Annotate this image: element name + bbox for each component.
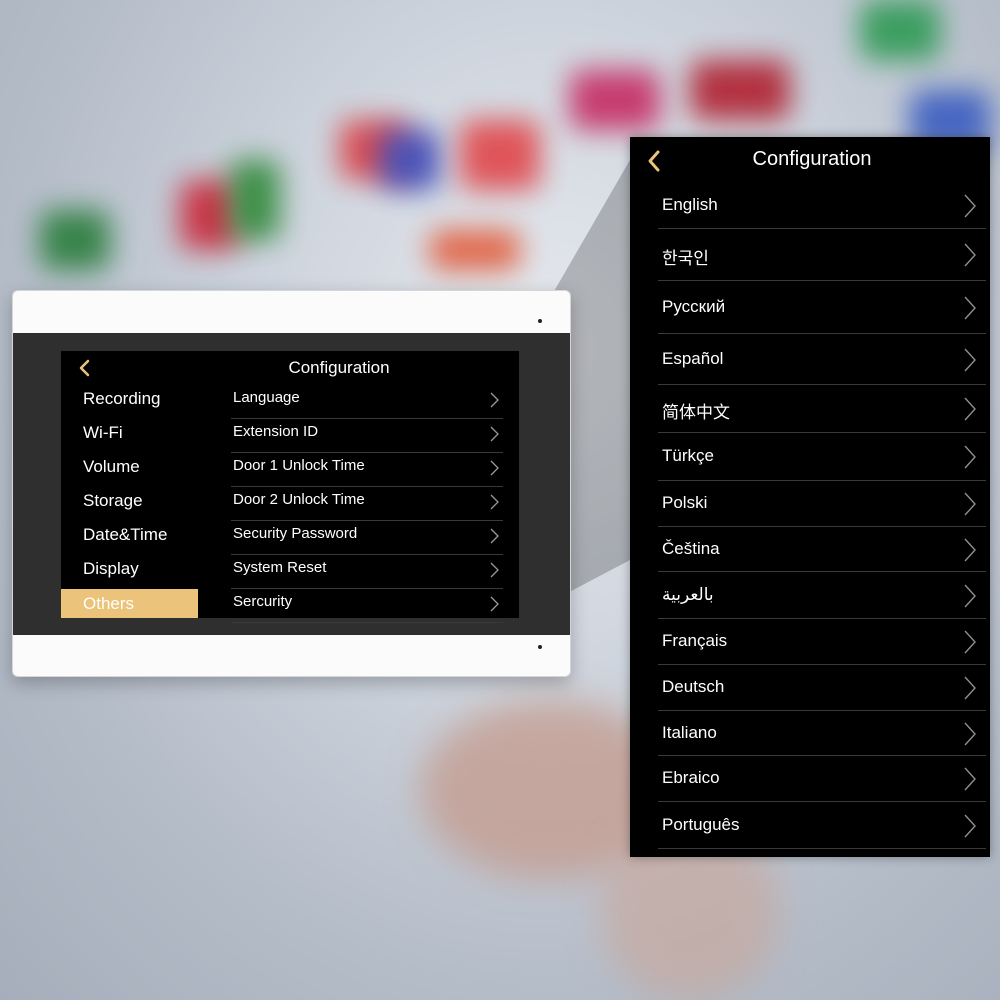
setting-row-door1-unlock[interactable]: Door 1 Unlock Time [231,453,503,487]
language-row-english[interactable]: English [658,182,986,229]
chevron-right-icon [964,348,976,372]
chevron-right-icon [490,392,499,408]
chevron-right-icon [964,538,976,562]
setting-row-security-password[interactable]: Security Password [231,521,503,555]
language-label: 한국인 [662,249,709,268]
language-label: Ebraico [662,768,720,787]
menu-item-storage[interactable]: Storage [61,487,198,521]
menu-item-wifi[interactable]: Wi-Fi [61,419,198,453]
chevron-right-icon [964,767,976,791]
language-label: Italiano [662,723,717,742]
language-row-8[interactable]: بالعربية [658,572,986,619]
chevron-right-icon [490,528,499,544]
menu-item-recording[interactable]: Recording [61,385,198,419]
language-row-tu-rkc-e[interactable]: Türkçe [658,433,986,481]
setting-label: Extension ID [233,423,319,440]
menu-item-others[interactable]: Others [61,589,198,618]
language-label: Русский [662,297,726,316]
language-label: Deutsch [662,677,725,696]
language-panel: Configuration English 한국인 Русский Español 简体… [630,137,990,857]
language-label: Čeština [662,539,720,558]
chevron-right-icon [490,460,499,476]
setting-row-sercurity[interactable]: Sercurity [231,589,503,623]
language-label: Português [662,815,740,834]
settings-list: Language Extension ID Door 1 Unlock Time… [231,385,503,623]
setting-label: System Reset [233,559,327,576]
language-row-espan-ol[interactable]: Español [658,334,986,385]
language-row-portugue-s[interactable]: Português [658,802,986,849]
language-label: Türkçe [662,446,714,465]
setting-label: Security Password [233,525,358,542]
chevron-right-icon [490,562,499,578]
chevron-right-icon [964,194,976,218]
language-label: بالعربية [662,585,714,604]
panel-title: Configuration [752,148,872,170]
language-label: 简体中文 [662,403,730,422]
language-list: English 한국인 Русский Español 简体中文 Türkçe Polski… [658,182,986,849]
chevron-right-icon [964,296,976,320]
setting-row-extension-id[interactable]: Extension ID [231,419,503,453]
menu-item-volume[interactable]: Volume [61,453,198,487]
language-row-deutsch[interactable]: Deutsch [658,665,986,711]
language-row-1[interactable]: 한국인 [658,229,986,281]
chevron-right-icon [964,676,976,700]
sensor-dot [538,319,542,323]
chevron-right-icon [490,426,499,442]
sensor-dot [538,645,542,649]
screen-title: Configuration [288,358,390,377]
setting-label: Language [233,389,300,406]
menu-item-display[interactable]: Display [61,555,198,589]
menu-item-date-time[interactable]: Date&Time [61,521,198,555]
setting-label: Sercurity [233,593,293,610]
chevron-right-icon [964,492,976,516]
language-row-c-es-tina[interactable]: Čeština [658,527,986,572]
language-label: Polski [662,493,708,512]
language-row-4[interactable]: 简体中文 [658,385,986,433]
setting-label: Door 1 Unlock Time [233,457,365,474]
chevron-right-icon [964,445,976,469]
setting-row-system-reset[interactable]: System Reset [231,555,503,589]
language-row-italiano[interactable]: Italiano [658,711,986,756]
language-row-polski[interactable]: Polski [658,481,986,527]
language-label: English [662,195,718,214]
device-screen: Configuration Recording Wi-Fi Volume Sto… [61,351,519,623]
language-row-franc-ais[interactable]: Français [658,619,986,665]
chevron-right-icon [964,243,976,267]
language-row-2[interactable]: Русский [658,281,986,334]
language-row-ebraico[interactable]: Ebraico [658,756,986,802]
chevron-right-icon [490,596,499,612]
chevron-right-icon [964,584,976,608]
chevron-right-icon [964,630,976,654]
setting-row-language[interactable]: Language [231,385,503,419]
settings-menu: Recording Wi-Fi Volume Storage Date&Time… [61,385,198,618]
chevron-right-icon [964,722,976,746]
setting-label: Door 2 Unlock Time [233,491,365,508]
chevron-right-icon [490,494,499,510]
language-label: Español [662,349,724,368]
language-label: Français [662,631,728,650]
setting-row-door2-unlock[interactable]: Door 2 Unlock Time [231,487,503,521]
chevron-right-icon [964,814,976,838]
chevron-right-icon [964,397,976,421]
